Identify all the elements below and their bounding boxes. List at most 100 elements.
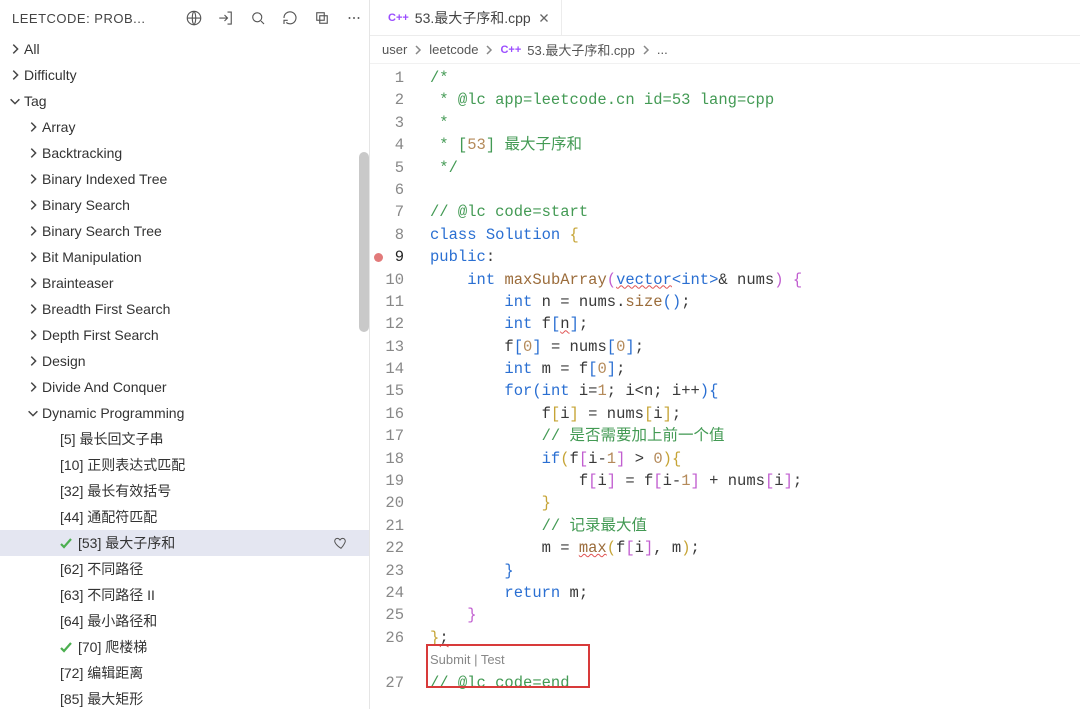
code-line[interactable]: int f[n];	[426, 313, 1080, 335]
tree-item-label: Depth First Search	[42, 327, 159, 343]
code-line[interactable]: for(int i=1; i<n; i++){	[426, 380, 1080, 402]
tree-tag[interactable]: Binary Search	[0, 192, 369, 218]
code-line[interactable]: return m;	[426, 582, 1080, 604]
tree-tag[interactable]: Divide And Conquer	[0, 374, 369, 400]
code-line[interactable]: f[i] = nums[i];	[426, 403, 1080, 425]
tab-name: 53.最大子序和.cpp	[415, 8, 531, 28]
code-line[interactable]: // 是否需要加上前一个值	[426, 425, 1080, 447]
tree-group-all[interactable]: All	[0, 36, 369, 62]
code-line[interactable]: // 记录最大值	[426, 515, 1080, 537]
cpp-file-icon: C++	[500, 44, 521, 56]
collapse-icon[interactable]	[313, 9, 331, 27]
breadcrumb[interactable]: user leetcode C++ 53.最大子序和.cpp ...	[370, 36, 1080, 64]
tree-item-label: Bit Manipulation	[42, 249, 142, 265]
tree-tag[interactable]: Brainteaser	[0, 270, 369, 296]
tree-item-label: [85] 最大矩形	[60, 689, 143, 709]
tree-item-label: [72] 编辑距离	[60, 663, 143, 683]
tree-item-label: Binary Search Tree	[42, 223, 162, 239]
chevron-right-icon	[484, 45, 494, 55]
code-line[interactable]	[426, 179, 1080, 201]
refresh-icon[interactable]	[281, 9, 299, 27]
tree-problem[interactable]: [44] 通配符匹配	[0, 504, 369, 530]
signin-icon[interactable]	[217, 9, 235, 27]
code-line[interactable]: int n = nums.size();	[426, 291, 1080, 313]
tree-tag[interactable]: Depth First Search	[0, 322, 369, 348]
tree-item-label: Tag	[24, 93, 47, 109]
tree-item-label: Array	[42, 119, 75, 135]
code-line[interactable]: *	[426, 112, 1080, 134]
breadcrumb-item[interactable]: user	[382, 42, 407, 57]
tree-item-label: All	[24, 41, 40, 57]
tree-problem[interactable]: [70] 爬楼梯	[0, 634, 369, 660]
tree-item-label: [70] 爬楼梯	[78, 637, 147, 657]
tree-problem[interactable]: [64] 最小路径和	[0, 608, 369, 634]
code-line[interactable]: }	[426, 604, 1080, 626]
tree-problem[interactable]: [53] 最大子序和	[0, 530, 369, 556]
tree-item-label: Difficulty	[24, 67, 77, 83]
code-line[interactable]: // @lc code=start	[426, 201, 1080, 223]
code[interactable]: /* * @lc app=leetcode.cn id=53 lang=cpp …	[426, 64, 1080, 709]
tree-tag[interactable]: Dynamic Programming	[0, 400, 369, 426]
code-line[interactable]: if(f[i-1] > 0){	[426, 448, 1080, 470]
code-line[interactable]: f[i] = f[i-1] + nums[i];	[426, 470, 1080, 492]
code-line[interactable]: /*	[426, 67, 1080, 89]
globe-icon[interactable]	[185, 9, 203, 27]
editor: C++ 53.最大子序和.cpp user leetcode C++ 53.最大…	[370, 0, 1080, 709]
code-line[interactable]: }	[426, 560, 1080, 582]
tree-item-label: [63] 不同路径 II	[60, 585, 155, 605]
highlight-box	[426, 644, 590, 688]
code-line[interactable]: class Solution {	[426, 224, 1080, 246]
close-icon[interactable]	[537, 11, 551, 25]
tree-item-label: Design	[42, 353, 86, 369]
code-line[interactable]: public:	[426, 246, 1080, 268]
tree-item-label: [32] 最长有效括号	[60, 481, 171, 501]
breadcrumb-tail[interactable]: ...	[657, 42, 668, 57]
search-icon[interactable]	[249, 9, 267, 27]
tree-tag[interactable]: Backtracking	[0, 140, 369, 166]
chevron-right-icon	[413, 45, 423, 55]
tree-tag[interactable]: Array	[0, 114, 369, 140]
code-line[interactable]: }	[426, 492, 1080, 514]
breadcrumb-item[interactable]: leetcode	[429, 42, 478, 57]
chevron-right-icon	[641, 45, 651, 55]
tree-item-label: [44] 通配符匹配	[60, 507, 157, 527]
gutter: 1234567891011121314151617181920212223242…	[370, 64, 426, 709]
more-icon[interactable]	[345, 9, 363, 27]
tree-item-label: Brainteaser	[42, 275, 114, 291]
breadcrumb-file[interactable]: 53.最大子序和.cpp	[527, 40, 635, 59]
sidebar: LEETCODE: PROB... All Difficulty Tag Array B…	[0, 0, 370, 709]
tree-problem[interactable]: [72] 编辑距离	[0, 660, 369, 686]
tab-active[interactable]: C++ 53.最大子序和.cpp	[378, 0, 562, 35]
tree-tag[interactable]: Design	[0, 348, 369, 374]
code-line[interactable]: * [53] 最大子序和	[426, 134, 1080, 156]
sidebar-title: LEETCODE: PROB...	[6, 11, 171, 26]
tree-tag[interactable]: Breadth First Search	[0, 296, 369, 322]
tree-problem[interactable]: [32] 最长有效括号	[0, 478, 369, 504]
tree-group-difficulty[interactable]: Difficulty	[0, 62, 369, 88]
tree-group-tag[interactable]: Tag	[0, 88, 369, 114]
tree-tag[interactable]: Binary Indexed Tree	[0, 166, 369, 192]
code-area[interactable]: 1234567891011121314151617181920212223242…	[370, 64, 1080, 709]
tree-problem[interactable]: [5] 最长回文子串	[0, 426, 369, 452]
breakpoint-icon[interactable]	[374, 253, 383, 262]
tree-tag[interactable]: Bit Manipulation	[0, 244, 369, 270]
tree-problem[interactable]: [10] 正则表达式匹配	[0, 452, 369, 478]
tree-item-label: Divide And Conquer	[42, 379, 167, 395]
tree-item-label: Binary Indexed Tree	[42, 171, 167, 187]
tree-problem[interactable]: [62] 不同路径	[0, 556, 369, 582]
tree-item-label: Binary Search	[42, 197, 130, 213]
code-line[interactable]: m = max(f[i], m);	[426, 537, 1080, 559]
sidebar-tree[interactable]: All Difficulty Tag Array Backtracking Binary …	[0, 36, 369, 709]
code-line[interactable]: int maxSubArray(vector<int>& nums) {	[426, 269, 1080, 291]
sidebar-header: LEETCODE: PROB...	[0, 0, 369, 36]
tree-problem[interactable]: [85] 最大矩形	[0, 686, 369, 709]
code-line[interactable]: int m = f[0];	[426, 358, 1080, 380]
tree-item-label: [62] 不同路径	[60, 559, 143, 579]
tree-item-label: [64] 最小路径和	[60, 611, 157, 631]
tree-item-label: Backtracking	[42, 145, 122, 161]
code-line[interactable]: * @lc app=leetcode.cn id=53 lang=cpp	[426, 89, 1080, 111]
tree-tag[interactable]: Binary Search Tree	[0, 218, 369, 244]
tree-problem[interactable]: [63] 不同路径 II	[0, 582, 369, 608]
code-line[interactable]: f[0] = nums[0];	[426, 336, 1080, 358]
code-line[interactable]: */	[426, 157, 1080, 179]
